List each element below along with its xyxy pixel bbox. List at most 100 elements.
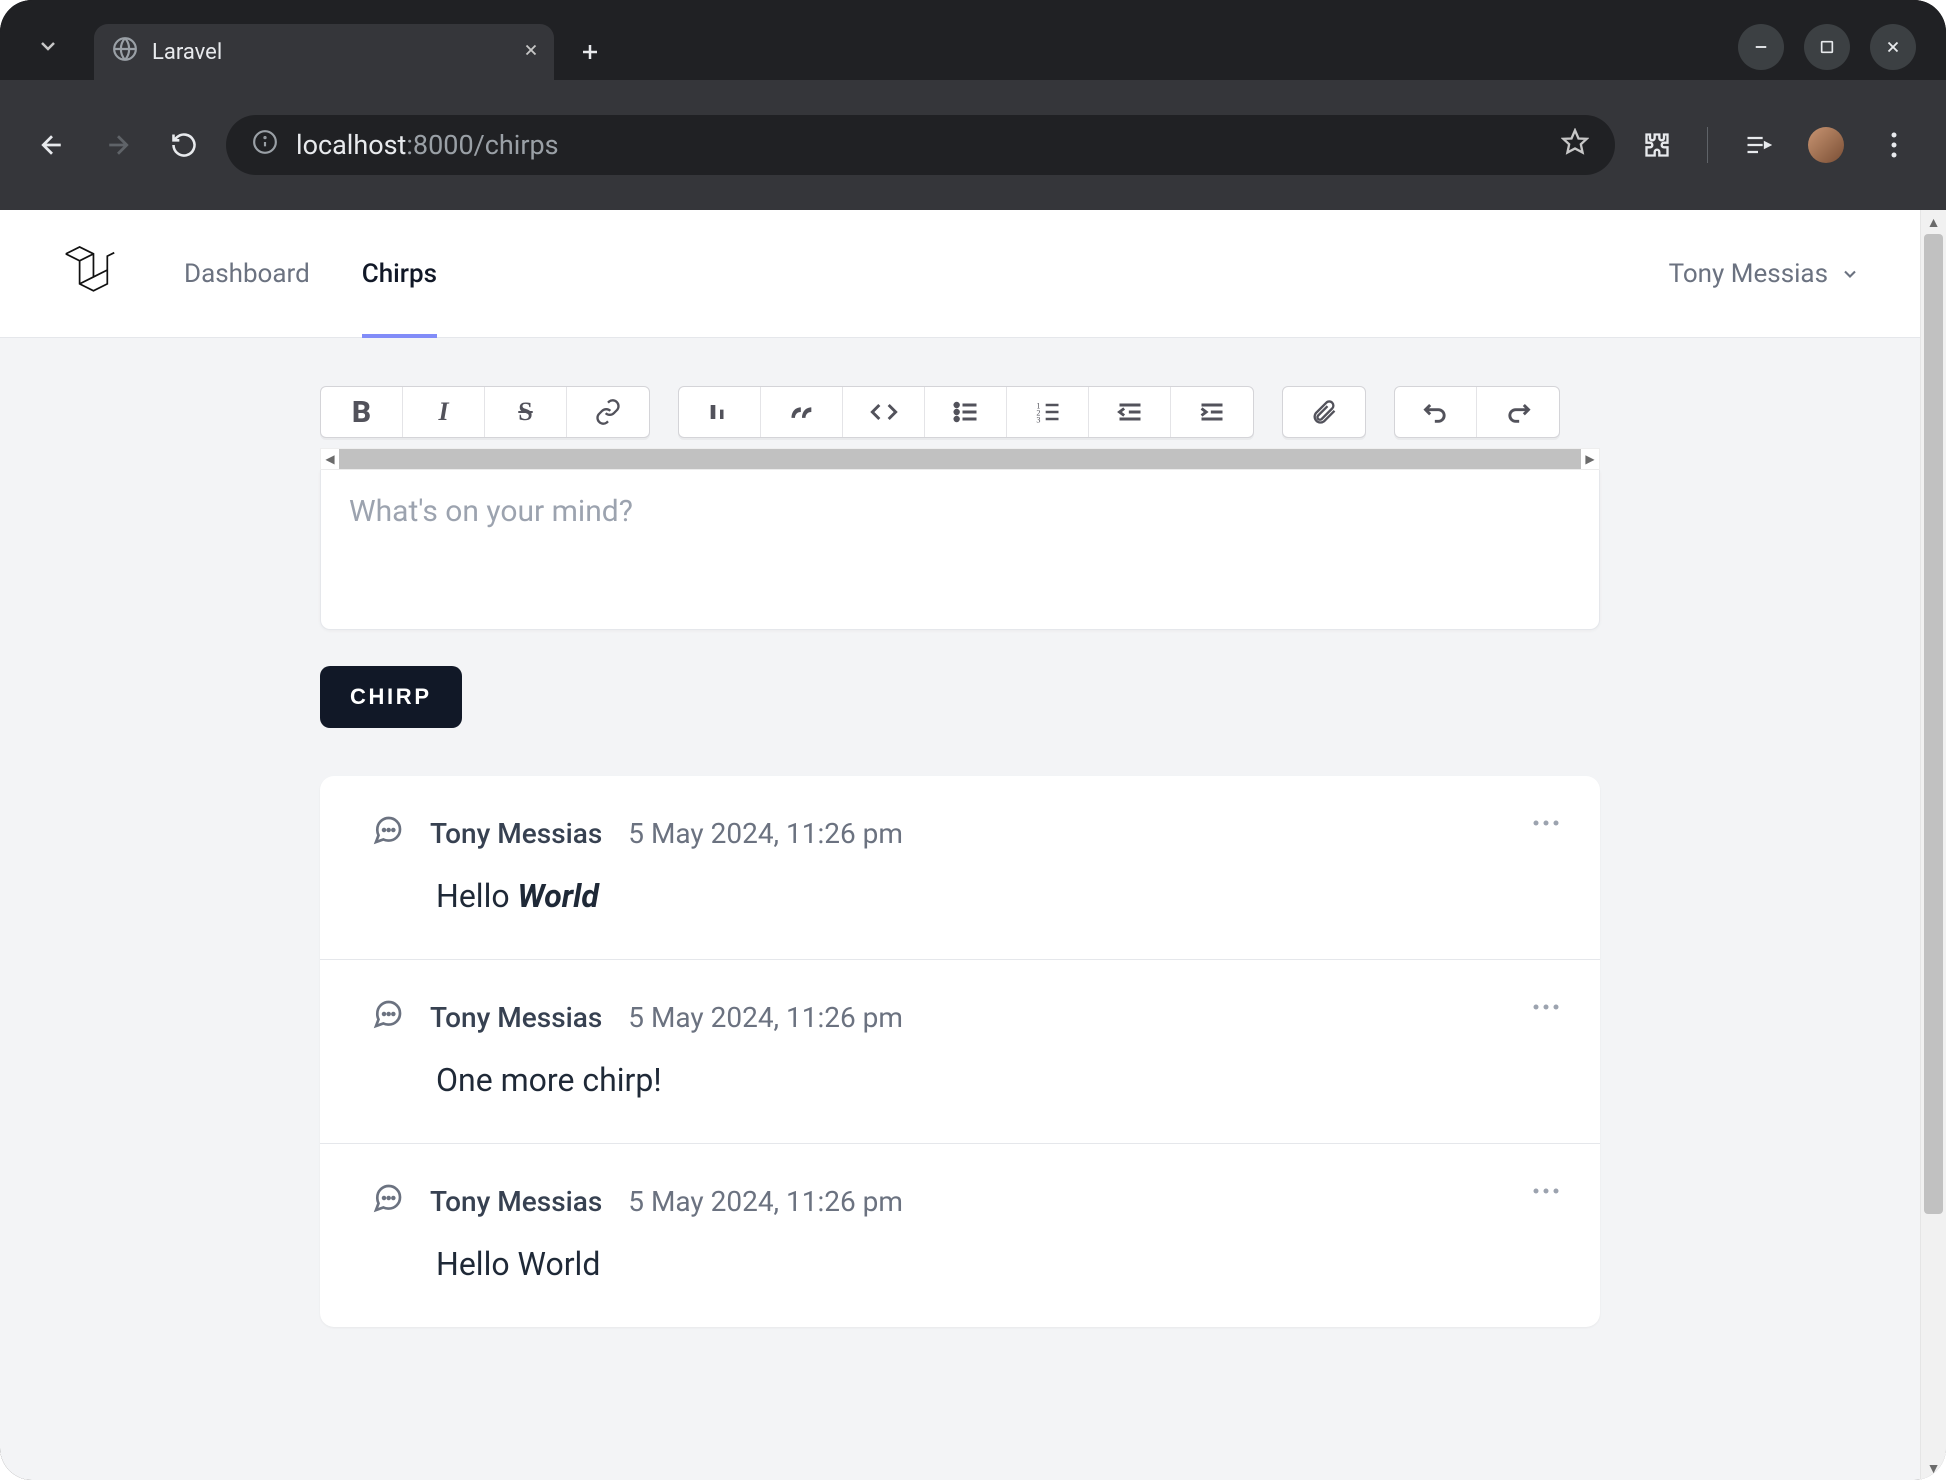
chirp-more-button[interactable] <box>1532 996 1560 1015</box>
minimize-button[interactable] <box>1738 24 1784 70</box>
redo-button[interactable] <box>1477 387 1559 437</box>
number-list-button[interactable]: 123 <box>1007 387 1089 437</box>
chirp-author: Tony Messias <box>430 817 602 850</box>
toolbar-group-attach <box>1282 386 1366 438</box>
chirp-submit-button[interactable]: CHIRP <box>320 666 462 728</box>
close-icon <box>1884 38 1902 56</box>
code-icon <box>870 398 898 426</box>
page-content: Dashboard Chirps Tony Messias B I <box>0 210 1920 1480</box>
chirp-author: Tony Messias <box>430 1001 602 1034</box>
editor-placeholder: What's on your mind? <box>349 494 633 529</box>
bookmark-button[interactable] <box>1561 128 1589 163</box>
indent-button[interactable] <box>1171 387 1253 437</box>
browser-chrome: Laravel <box>0 0 1946 210</box>
tab-close-button[interactable] <box>522 41 540 64</box>
undo-button[interactable] <box>1395 387 1477 437</box>
chirp-header: Tony Messias 5 May 2024, 11:26 pm <box>372 998 1548 1037</box>
heading-button[interactable] <box>679 387 761 437</box>
attach-button[interactable] <box>1283 387 1365 437</box>
app-logo[interactable] <box>60 240 120 307</box>
toolbar-group-history <box>1394 386 1560 438</box>
chirp-author: Tony Messias <box>430 1185 602 1218</box>
new-tab-button[interactable] <box>570 32 610 72</box>
user-name: Tony Messias <box>1669 259 1828 289</box>
chat-bubble-icon <box>372 814 404 853</box>
chevron-down-icon <box>1840 264 1860 284</box>
chirp-body: One more chirp! <box>436 1061 1548 1099</box>
music-list-icon <box>1744 131 1772 159</box>
link-icon <box>594 398 622 426</box>
strike-button[interactable]: S <box>485 387 567 437</box>
arrow-left-icon <box>37 130 67 160</box>
chirp-body-text: Hello <box>436 877 518 915</box>
url-path: :8000/chirps <box>406 129 558 161</box>
maximize-button[interactable] <box>1804 24 1850 70</box>
chirp-body: Hello World <box>436 877 1548 915</box>
chirp-header: Tony Messias 5 May 2024, 11:26 pm <box>372 1182 1548 1221</box>
nav-link-chirps[interactable]: Chirps <box>362 210 437 337</box>
reload-icon <box>170 131 198 159</box>
bullet-list-button[interactable] <box>925 387 1007 437</box>
chirp-card: Tony Messias 5 May 2024, 11:26 pm One mo… <box>320 959 1600 1143</box>
code-button[interactable] <box>843 387 925 437</box>
tab-title: Laravel <box>152 40 508 65</box>
horizontal-dots-icon <box>1532 819 1560 827</box>
toolbar-horizontal-scrollbar[interactable]: ◀ ▶ <box>320 448 1600 470</box>
extensions-button[interactable] <box>1633 121 1681 169</box>
chirp-timestamp: 5 May 2024, 11:26 pm <box>628 1001 903 1034</box>
chirp-more-button[interactable] <box>1532 1180 1560 1199</box>
profile-avatar[interactable] <box>1808 127 1844 163</box>
chirp-card: Tony Messias 5 May 2024, 11:26 pm Hello … <box>320 776 1600 959</box>
close-icon <box>522 41 540 59</box>
main: B I S <box>0 338 1920 1327</box>
scroll-left-arrow[interactable]: ◀ <box>321 452 339 466</box>
scroll-right-arrow[interactable]: ▶ <box>1581 452 1599 466</box>
close-window-button[interactable] <box>1870 24 1916 70</box>
chirp-header: Tony Messias 5 May 2024, 11:26 pm <box>372 814 1548 853</box>
nav-link-dashboard[interactable]: Dashboard <box>184 210 310 337</box>
chirp-body-text: One more chirp! <box>436 1061 662 1099</box>
number-list-icon: 123 <box>1034 398 1062 426</box>
chirp-timestamp: 5 May 2024, 11:26 pm <box>628 817 903 850</box>
url-bar[interactable]: localhost:8000/chirps <box>226 115 1615 175</box>
outdent-button[interactable] <box>1089 387 1171 437</box>
redo-icon <box>1504 398 1532 426</box>
site-info-icon[interactable] <box>252 129 278 162</box>
page-scrollbar[interactable]: ▲ ▼ <box>1920 210 1946 1480</box>
nav-forward-button[interactable] <box>94 121 142 169</box>
media-controls-button[interactable] <box>1734 121 1782 169</box>
quote-button[interactable] <box>761 387 843 437</box>
browser-tab-active[interactable]: Laravel <box>94 24 554 80</box>
bold-button[interactable]: B <box>321 387 403 437</box>
scroll-up-arrow[interactable]: ▲ <box>1921 210 1946 234</box>
globe-icon <box>112 36 138 68</box>
browser-toolbar: localhost:8000/chirps <box>0 80 1946 210</box>
link-button[interactable] <box>567 387 649 437</box>
scroll-down-arrow[interactable]: ▼ <box>1921 1456 1946 1480</box>
chirp-editor[interactable]: What's on your mind? <box>320 470 1600 630</box>
nav-back-button[interactable] <box>28 121 76 169</box>
user-menu[interactable]: Tony Messias <box>1669 259 1860 289</box>
browser-menu-button[interactable] <box>1870 121 1918 169</box>
chirps-list: Tony Messias 5 May 2024, 11:26 pm Hello … <box>320 776 1600 1327</box>
scroll-thumb[interactable] <box>339 449 1581 469</box>
undo-icon <box>1422 398 1450 426</box>
star-icon <box>1561 128 1589 156</box>
chirp-body-em: World <box>518 877 599 915</box>
chirp-more-button[interactable] <box>1532 812 1560 831</box>
italic-button[interactable]: I <box>403 387 485 437</box>
editor-toolbar: B I S <box>320 386 1600 438</box>
tab-list-dropdown[interactable] <box>20 18 76 74</box>
reload-button[interactable] <box>160 121 208 169</box>
chirp-body: Hello World <box>436 1245 1548 1283</box>
outdent-icon <box>1116 398 1144 426</box>
url-host: localhost <box>296 129 406 161</box>
chirp-body-text: Hello World <box>436 1245 600 1283</box>
app-header: Dashboard Chirps Tony Messias <box>0 210 1920 338</box>
indent-icon <box>1198 398 1226 426</box>
nav-links: Dashboard Chirps <box>184 210 437 337</box>
tab-strip: Laravel <box>0 0 1946 80</box>
chirp-card: Tony Messias 5 May 2024, 11:26 pm Hello … <box>320 1143 1600 1327</box>
scroll-thumb[interactable] <box>1924 234 1943 1214</box>
horizontal-dots-icon <box>1532 1187 1560 1195</box>
